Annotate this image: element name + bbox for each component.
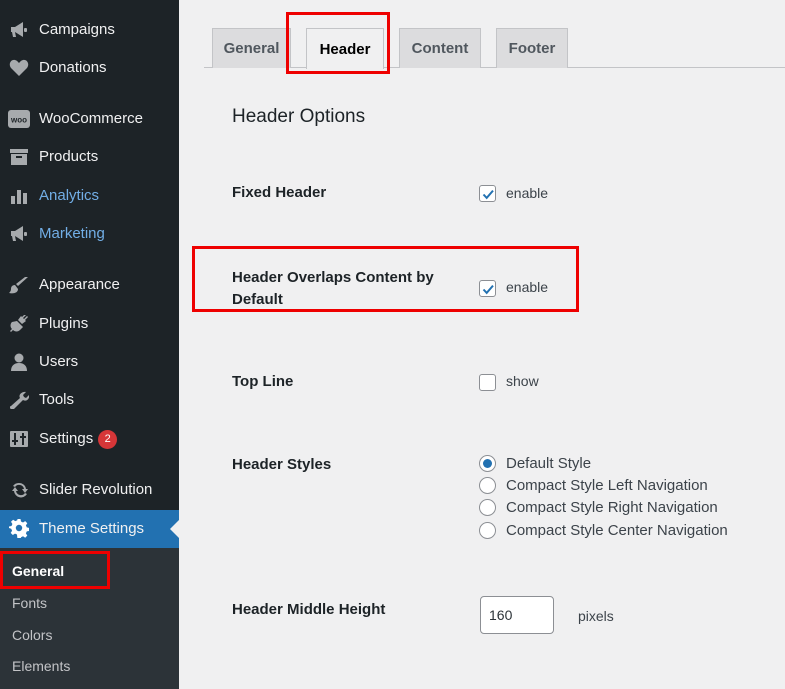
- submenu-item-colors[interactable]: Colors: [12, 627, 52, 643]
- checkmark-icon: [482, 189, 494, 200]
- annotation-box-general: [0, 551, 110, 589]
- radio-label-default-style: Default Style: [506, 455, 592, 472]
- pixels-unit-label: pixels: [578, 608, 614, 624]
- sidebar-item-label: Settings: [39, 430, 94, 447]
- header-middle-height-input[interactable]: [480, 596, 554, 634]
- annotation-box-header-tab: [286, 12, 390, 74]
- sliders-icon: [8, 429, 30, 449]
- sidebar-item-label: Donations: [39, 59, 107, 76]
- sidebar-item-label: Tools: [39, 391, 75, 408]
- tab-footer[interactable]: Footer: [496, 28, 568, 68]
- sidebar-item-appearance[interactable]: Appearance: [0, 268, 179, 302]
- sidebar-item-label: Analytics: [39, 187, 100, 204]
- radio-default-style[interactable]: [479, 455, 496, 472]
- woo-icon: woo: [8, 109, 30, 129]
- radio-label-compact-left: Compact Style Left Navigation: [506, 477, 708, 494]
- sidebar-item-label: Marketing: [39, 225, 105, 242]
- bar-chart-icon: [8, 186, 30, 206]
- top-line-option-label: show: [506, 373, 539, 389]
- annotation-box-overlaps: [192, 246, 579, 312]
- current-menu-arrow: [170, 520, 179, 538]
- plug-icon: [8, 314, 30, 334]
- sidebar-item-label: Plugins: [39, 315, 89, 332]
- sidebar-item-theme-settings[interactable]: Theme Settings: [0, 510, 179, 548]
- top-line-label: Top Line: [232, 373, 294, 390]
- refresh-icon: [8, 480, 30, 500]
- notification-badge: 2: [98, 430, 118, 449]
- sidebar-item-campaigns[interactable]: Campaigns: [0, 13, 179, 47]
- fixed-header-label: Fixed Header: [232, 184, 327, 201]
- sidebar-item-woocommerce[interactable]: woo WooCommerce: [0, 102, 179, 136]
- fixed-header-checkbox[interactable]: [479, 185, 496, 202]
- archive-icon: [8, 147, 30, 167]
- radio-label-compact-right: Compact Style Right Navigation: [506, 499, 718, 516]
- sidebar-item-label: Users: [39, 353, 79, 370]
- radio-compact-center[interactable]: [479, 522, 496, 539]
- wrench-icon: [8, 390, 30, 410]
- sidebar-item-label: Campaigns: [39, 21, 115, 38]
- sidebar-item-users[interactable]: Users: [0, 345, 179, 379]
- fixed-header-option-label: enable: [506, 185, 549, 201]
- sidebar-item-marketing[interactable]: Marketing: [0, 217, 179, 251]
- radio-label-compact-center: Compact Style Center Navigation: [506, 522, 728, 539]
- sidebar-item-donations[interactable]: Donations: [0, 51, 179, 85]
- sidebar-item-label: Products: [39, 148, 99, 165]
- megaphone-icon: [8, 224, 30, 244]
- radio-compact-left[interactable]: [479, 477, 496, 494]
- tab-general[interactable]: General: [212, 28, 291, 68]
- gear-icon: [8, 518, 30, 538]
- user-icon: [8, 352, 30, 372]
- megaphone-icon: [8, 20, 30, 40]
- sidebar-item-slider-revolution[interactable]: Slider Revolution: [0, 473, 179, 507]
- sidebar-item-settings[interactable]: Settings 2: [0, 422, 179, 456]
- sidebar-item-label: Appearance: [39, 276, 120, 293]
- sidebar-item-label: Theme Settings: [39, 520, 145, 537]
- sidebar-item-plugins[interactable]: Plugins: [0, 307, 179, 341]
- sidebar-item-label: Slider Revolution: [39, 481, 153, 498]
- radio-selected-dot: [483, 459, 492, 468]
- top-line-checkbox[interactable]: [479, 374, 496, 391]
- radio-compact-right[interactable]: [479, 499, 496, 516]
- header-styles-label: Header Styles: [232, 456, 332, 473]
- submenu-item-elements[interactable]: Elements: [12, 658, 70, 674]
- sidebar-item-products[interactable]: Products: [0, 140, 179, 174]
- heart-icon: [8, 58, 30, 78]
- svg-text:woo: woo: [10, 116, 27, 125]
- sidebar-item-analytics[interactable]: Analytics: [0, 179, 179, 213]
- submenu-item-fonts[interactable]: Fonts: [12, 595, 47, 611]
- paintbrush-icon: [8, 275, 30, 295]
- header-middle-height-label: Header Middle Height: [232, 601, 386, 618]
- sidebar-item-label: WooCommerce: [39, 110, 143, 127]
- section-title: Header Options: [232, 106, 366, 127]
- sidebar-item-tools[interactable]: Tools: [0, 383, 179, 417]
- tab-content[interactable]: Content: [399, 28, 481, 68]
